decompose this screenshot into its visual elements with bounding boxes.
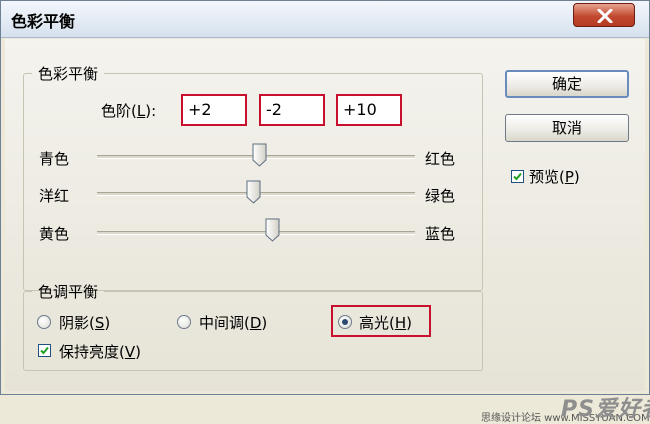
preserve-luminosity-checkbox[interactable] <box>38 344 51 357</box>
slider-thumb-icon <box>246 180 261 204</box>
highlights-radio[interactable] <box>338 315 352 329</box>
preserve-luminosity-label[interactable]: 保持亮度(V) <box>59 341 141 362</box>
cyan-red-slider-thumb[interactable] <box>252 143 267 167</box>
slider-magenta-label: 洋红 <box>39 187 70 205</box>
shadows-radio[interactable] <box>37 315 51 329</box>
slider-red-label: 红色 <box>425 150 456 168</box>
midtones-label[interactable]: 中间调(D) <box>199 312 267 333</box>
checkmark-icon <box>40 346 49 355</box>
slider-thumb-icon <box>252 143 267 167</box>
title-bar: 色彩平衡 <box>1 1 649 38</box>
tone-balance-legend: 色调平衡 <box>38 283 99 301</box>
yellow-blue-slider-thumb[interactable] <box>265 218 280 242</box>
watermark: 思缘设计论坛 www.MISSYUAN.COM PS爱好者 <box>479 391 650 424</box>
ok-button[interactable]: 确定 <box>505 70 629 98</box>
slider-yellow-label: 黄色 <box>39 225 70 243</box>
preview-checkbox[interactable] <box>511 170 524 183</box>
dialog-body: 色彩平衡 色阶(L): +2 -2 +10 青色 红色 洋红 绿色 黄色 蓝色 … <box>5 39 650 424</box>
midtones-radio[interactable] <box>177 315 191 329</box>
level-cyan-red-input[interactable]: +2 <box>181 94 247 126</box>
shadows-label[interactable]: 阴影(S) <box>59 312 110 333</box>
radio-dot-icon <box>342 319 348 325</box>
color-balance-legend: 色彩平衡 <box>38 65 99 83</box>
slider-green-label: 绿色 <box>425 187 456 205</box>
color-balance-group: 色彩平衡 <box>23 63 483 291</box>
highlights-label[interactable]: 高光(H) <box>359 312 412 333</box>
level-yellow-blue-input[interactable]: +10 <box>336 94 402 126</box>
levels-label: 色阶(L): <box>101 102 157 120</box>
level-magenta-green-input[interactable]: -2 <box>259 94 325 126</box>
close-icon <box>597 9 613 23</box>
window-title: 色彩平衡 <box>11 12 76 31</box>
close-button[interactable] <box>573 3 635 27</box>
slider-cyan-label: 青色 <box>39 150 70 168</box>
color-balance-dialog: 色彩平衡 色彩平衡 色阶(L): +2 -2 +10 青色 红色 洋红 绿色 黄… <box>0 0 650 424</box>
yellow-blue-slider-track[interactable] <box>97 231 415 235</box>
preview-label[interactable]: 预览(P) <box>529 166 580 187</box>
watermark-logo-text: PS爱好者 <box>561 397 650 422</box>
slider-blue-label: 蓝色 <box>425 225 456 243</box>
magenta-green-slider-thumb[interactable] <box>246 180 261 204</box>
slider-thumb-icon <box>265 218 280 242</box>
checkmark-icon <box>513 172 522 181</box>
cancel-button[interactable]: 取消 <box>505 114 629 142</box>
